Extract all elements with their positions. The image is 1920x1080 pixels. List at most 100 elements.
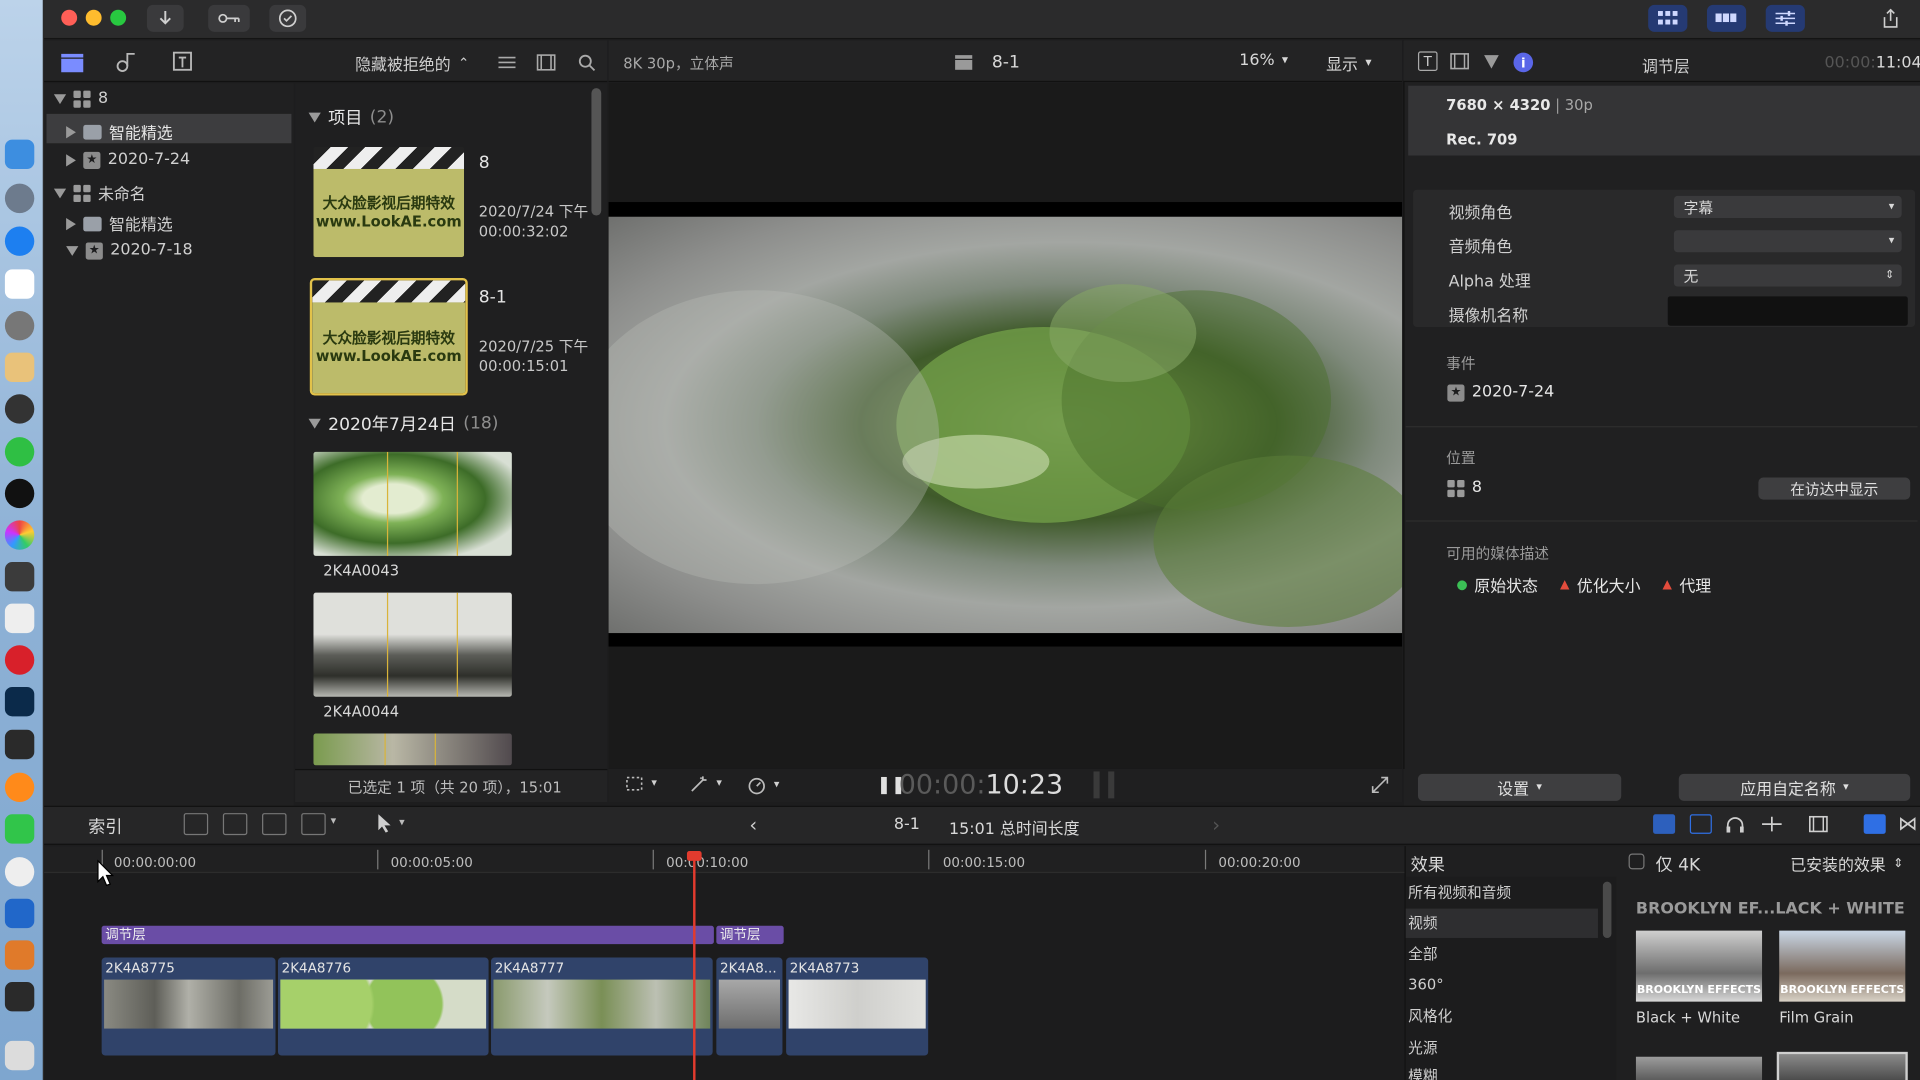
show-browser-button[interactable] [1648,4,1688,32]
playhead[interactable] [693,852,696,1080]
zoom-window-button[interactable] [110,9,127,26]
installed-effects-popup[interactable]: 已安装的效果 ⇕ [1790,852,1903,875]
library-row-untitled[interactable]: 未命名 [53,181,146,204]
text-inspector-tab[interactable]: T [1417,51,1438,72]
effects-browser-toggle[interactable] [1863,814,1886,834]
effect-thumbnail[interactable] [1635,1056,1763,1080]
audio-solo-button[interactable] [1724,813,1746,835]
apply-custom-name-button[interactable]: 应用自定名称 ▾ [1678,773,1911,801]
import-button[interactable] [146,4,184,32]
edit-options-chevron-icon[interactable]: ▾ [331,816,337,828]
titles-generators-button[interactable] [169,50,196,74]
calendar-icon[interactable] [4,269,35,299]
browser-scrollbar[interactable] [591,88,602,216]
insert-clip-button[interactable] [222,813,248,836]
finder-icon[interactable] [4,139,35,169]
timecode-display[interactable]: 00:00:10:23 [899,769,1063,802]
info-inspector-tab[interactable]: i [1513,52,1534,73]
photos-audio-button[interactable] [113,50,140,74]
project-thumbnail-8[interactable]: 大众脸影视后期特效 www.LookAE.com [313,146,465,258]
search-button[interactable] [576,51,598,73]
reveal-in-finder-button[interactable]: 在访达中显示 [1758,477,1911,500]
fullscreen-button[interactable] [1369,775,1391,795]
effects-category[interactable]: 风格化 [1408,1002,1598,1031]
retime-menu[interactable]: ▾ [747,775,779,795]
color-inspector-tab[interactable] [1482,51,1502,71]
photos-icon[interactable] [4,520,35,550]
pencil-app-icon[interactable] [4,940,35,970]
smart-collection-row[interactable]: 智能精选 [66,120,173,143]
effect-thumbnail-film-grain[interactable]: BROOKLYN EFFECTS [1779,930,1906,1002]
timeline-clip[interactable]: 2K4A8777 [491,957,713,1056]
tool-menu[interactable]: ▾ [377,813,405,833]
close-window-button[interactable] [61,9,78,26]
launchpad-icon[interactable] [4,183,35,214]
show-inspector-button[interactable] [1765,4,1805,32]
timeline-clip[interactable]: 2K4A8775 [101,957,276,1056]
notes-icon[interactable] [4,352,35,383]
clip-thumbnail[interactable] [313,592,512,697]
netease-music-icon[interactable] [4,645,35,675]
timeline-clip[interactable]: 2K4A8... [716,957,783,1056]
smart-collection-row[interactable]: 智能精选 [66,212,173,235]
photoshop-icon[interactable] [4,686,35,717]
connect-clip-button[interactable] [183,813,209,836]
clip-thumbnail[interactable] [313,451,512,556]
only-4k-checkbox[interactable] [1628,853,1645,870]
append-clip-button[interactable] [262,813,287,836]
index-button[interactable]: 索引 [88,814,122,838]
effects-category[interactable]: 全部 [1408,939,1598,968]
mail-app-icon[interactable] [4,857,35,887]
snapping-button[interactable] [1760,813,1784,835]
adjustment-layer-clip[interactable]: 调节层 [716,925,784,945]
viewer-video-frame[interactable] [608,216,1403,634]
audio-waveform-button[interactable] [1689,814,1712,834]
minimize-window-button[interactable] [85,9,102,26]
safari-icon[interactable] [4,226,35,256]
background-tasks-button[interactable] [269,4,307,32]
keywords-button[interactable] [208,4,250,32]
timeline-clip[interactable]: 2K4A8773 [786,957,929,1056]
tourbox-icon[interactable] [4,729,35,760]
monitor-app-icon[interactable] [4,982,35,1012]
view-options-popup[interactable]: 显示 ▾ [1326,51,1371,74]
video-inspector-tab[interactable] [1450,51,1470,71]
overwrite-clip-button[interactable] [301,813,326,836]
projects-section-header[interactable]: 项目 (2) [308,105,394,129]
qq-icon[interactable] [4,478,35,509]
project-thumbnail-8-1[interactable]: 大众脸影视后期特效 www.LookAE.com [309,277,468,396]
date-section-header[interactable]: 2020年7月24日 (18) [308,411,499,435]
compressor-icon[interactable] [4,394,35,424]
firefox-icon[interactable] [4,772,35,803]
effect-thumbnail-black-white[interactable]: BROOKLYN EFFECTS [1635,930,1763,1002]
effects-category[interactable]: 视频 [1408,909,1598,938]
settings-button[interactable]: 设置 ▾ [1417,773,1622,801]
clip-thumbnail[interactable] [313,733,512,766]
camera-name-field[interactable] [1667,296,1908,326]
enhance-menu[interactable]: ▾ [689,775,722,792]
show-timeline-button[interactable] [1706,4,1747,32]
adjustment-layer-clip[interactable]: 调节层 [101,925,714,945]
zoom-popup[interactable]: 16% ▾ [1239,51,1288,69]
effects-category[interactable]: 光源 [1408,1033,1598,1062]
video-only-button[interactable] [1653,814,1676,834]
audio-role-popup[interactable]: ▾ [1673,230,1902,253]
libraries-button[interactable] [59,50,86,74]
share-button[interactable] [1878,6,1902,30]
effects-category[interactable]: 模糊 [1408,1064,1598,1080]
event-row-2020-7-18[interactable]: ★ 2020-7-18 [66,241,193,260]
event-row-2020-7-24[interactable]: ★ 2020-7-24 [66,151,190,169]
category-scrollbar[interactable] [1602,881,1612,938]
wps-icon[interactable] [4,898,35,929]
effect-thumbnail[interactable] [1776,1051,1908,1080]
timeline-forward-button[interactable]: › [1212,813,1220,836]
documents-icon[interactable] [4,1040,35,1071]
baidu-netdisk-icon[interactable] [4,603,35,634]
filmstrip-button[interactable] [535,51,557,73]
alpha-popup[interactable]: 无 ⇕ [1673,264,1902,287]
effects-category[interactable]: 所有视频和音频 [1408,878,1598,907]
iqiyi-icon[interactable] [4,814,35,844]
clip-filter-popup[interactable]: 隐藏被拒绝的 ⌃ [355,51,469,75]
list-view-button[interactable] [496,51,518,73]
effects-category[interactable]: 360° [1408,970,1598,999]
